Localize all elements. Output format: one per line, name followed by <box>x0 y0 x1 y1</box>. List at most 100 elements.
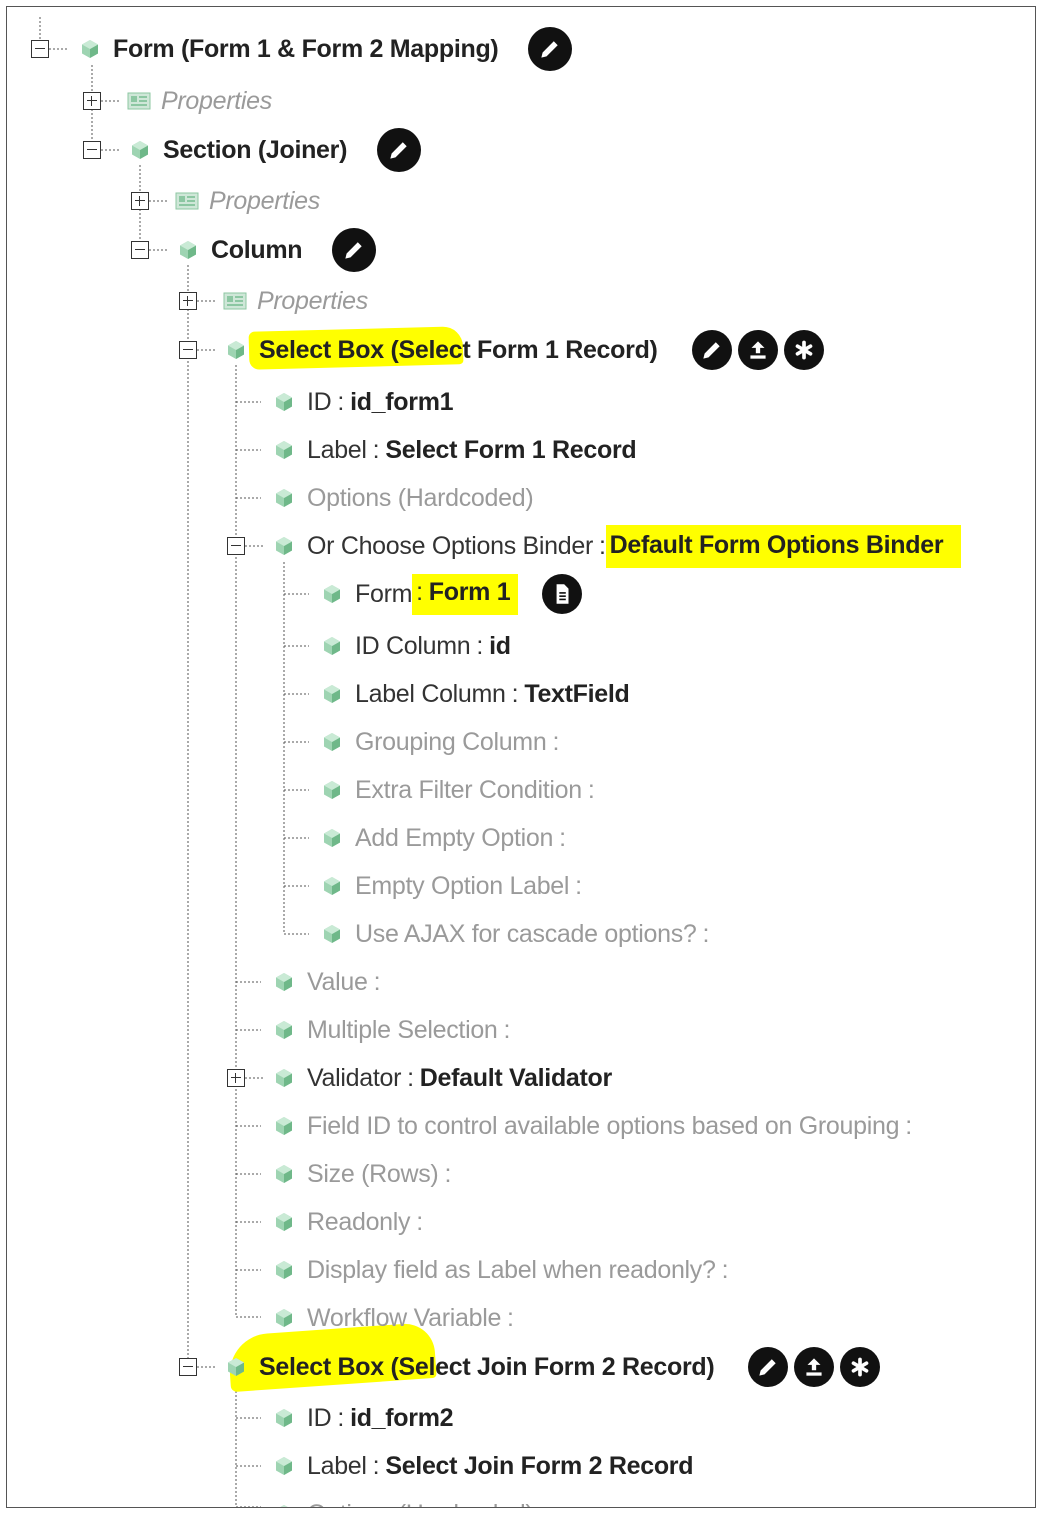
cube-icon <box>276 1261 292 1279</box>
tree-node-properties[interactable]: Properties <box>223 277 368 325</box>
cube-icon <box>180 241 196 259</box>
upload-icon <box>806 1358 822 1376</box>
cube-icon <box>276 393 292 411</box>
edit-button[interactable] <box>691 330 732 370</box>
tree-node-column[interactable]: Column <box>177 226 377 274</box>
cube-icon <box>324 877 340 895</box>
tree-node-select-box-1[interactable]: Select Box (Select Form 1 Record) <box>225 326 824 374</box>
tree-node-options-binder[interactable]: Or Choose Options Binder : Default Form … <box>273 522 962 570</box>
node-key: Field ID to control available options ba… <box>307 1111 900 1140</box>
cube-icon <box>276 1165 292 1183</box>
edit-button[interactable] <box>332 228 377 272</box>
tree-node-size-rows[interactable]: Size (Rows) : <box>273 1150 457 1198</box>
tree-node-options[interactable]: Options (Hardcoded) <box>273 474 534 522</box>
node-key: Value <box>307 967 368 996</box>
cube-icon <box>276 1457 292 1475</box>
tree-node-empty-option-label[interactable]: Empty Option Label : <box>321 862 588 910</box>
collapse-toggle[interactable] <box>179 1358 197 1376</box>
edit-button[interactable] <box>528 27 573 71</box>
node-label: Select Box (Select Join Form 2 Record) <box>259 1352 715 1381</box>
node-key: Form <box>355 579 413 608</box>
upload-button[interactable] <box>737 330 778 370</box>
upload-icon <box>749 341 766 359</box>
expand-toggle[interactable] <box>131 192 149 210</box>
expand-toggle[interactable] <box>83 92 101 110</box>
tree-node-label[interactable]: Label : Select Form 1 Record <box>273 426 637 474</box>
tree-node-multiple-selection[interactable]: Multiple Selection : <box>273 1006 516 1054</box>
tree-node-properties[interactable]: Properties <box>127 77 272 125</box>
node-label: Select Box (Select Form 1 Record) <box>259 335 658 364</box>
node-value: Select Join Form 2 Record <box>385 1451 694 1480</box>
document-icon <box>556 584 569 604</box>
cube-icon <box>276 1021 292 1039</box>
tree-node-label-column[interactable]: Label Column : TextField <box>321 670 630 718</box>
node-key: Workflow Variable <box>307 1303 502 1332</box>
tree-node-readonly[interactable]: Readonly : <box>273 1198 429 1246</box>
node-colon: : <box>476 631 484 660</box>
edit-button[interactable] <box>377 128 422 172</box>
node-colon: : <box>372 435 380 464</box>
tree-node-properties[interactable]: Properties <box>175 177 320 225</box>
cube-icon <box>276 441 292 459</box>
tree-node-display-as-label[interactable]: Display field as Label when readonly? : <box>273 1246 734 1294</box>
node-colon: : <box>552 727 560 756</box>
node-label: Options (Hardcoded) <box>307 1500 534 1508</box>
node-key: Label <box>307 435 367 464</box>
tree-node-binder-form[interactable]: Form : Form 1 <box>321 570 583 618</box>
expand-toggle[interactable] <box>227 1069 245 1087</box>
tree-node-field-id-grouping[interactable]: Field ID to control available options ba… <box>273 1102 918 1150</box>
cube-icon <box>276 973 292 991</box>
tree-node-workflow-variable[interactable]: Workflow Variable : <box>273 1294 520 1342</box>
tree-node-id-column[interactable]: ID Column : id <box>321 622 511 670</box>
tree-node-value[interactable]: Value : <box>273 958 386 1006</box>
asterisk-button[interactable] <box>840 1347 881 1387</box>
node-label: Column <box>211 235 303 264</box>
properties-card-icon <box>127 92 151 110</box>
node-key: Size (Rows) <box>307 1159 439 1188</box>
tree-node-extra-filter[interactable]: Extra Filter Condition : <box>321 766 600 814</box>
tree-node-grouping-column[interactable]: Grouping Column : <box>321 718 565 766</box>
asterisk-button[interactable] <box>783 330 824 370</box>
tree-node-section[interactable]: Section (Joiner) <box>129 126 422 174</box>
pencil-icon <box>345 242 362 259</box>
node-colon: : <box>599 531 606 560</box>
node-key: Validator <box>307 1063 402 1092</box>
node-key: Readonly <box>307 1207 411 1236</box>
node-value: Form 1 <box>428 577 511 606</box>
tree-node-id[interactable]: ID : id_form1 <box>273 378 454 426</box>
cube-icon <box>324 585 340 603</box>
cube-icon <box>276 1309 292 1327</box>
node-label: Properties <box>257 286 368 315</box>
edit-button[interactable] <box>748 1347 789 1387</box>
upload-button[interactable] <box>794 1347 835 1387</box>
tree-node-form[interactable]: Form (Form 1 & Form 2 Mapping) <box>79 25 573 73</box>
node-colon: : <box>416 577 423 606</box>
collapse-toggle[interactable] <box>83 141 101 159</box>
tree-node-select-box-2[interactable]: Select Box (Select Join Form 2 Record) <box>225 1343 881 1391</box>
node-label: Form (Form 1 & Form 2 Mapping) <box>113 34 499 63</box>
asterisk-icon <box>795 340 812 360</box>
node-label: Section (Joiner) <box>163 135 348 164</box>
node-key: ID <box>307 387 332 416</box>
tree-node-validator[interactable]: Validator : Default Validator <box>273 1054 612 1102</box>
node-key: Add Empty Option <box>355 823 554 852</box>
cube-icon <box>82 40 98 58</box>
tree-node-options[interactable]: Options (Hardcoded) <box>273 1490 534 1508</box>
collapse-toggle[interactable] <box>179 341 197 359</box>
tree-node-use-ajax[interactable]: Use AJAX for cascade options? : <box>321 910 715 958</box>
node-value: TextField <box>524 679 630 708</box>
tree-node-label[interactable]: Label : Select Join Form 2 Record <box>273 1442 694 1490</box>
properties-card-icon <box>223 292 247 310</box>
cube-icon <box>324 637 340 655</box>
expand-toggle[interactable] <box>179 292 197 310</box>
tree-node-add-empty-option[interactable]: Add Empty Option : <box>321 814 572 862</box>
collapse-toggle[interactable] <box>31 40 49 58</box>
node-colon: : <box>337 1403 345 1432</box>
tree-node-id[interactable]: ID : id_form2 <box>273 1394 454 1442</box>
collapse-toggle[interactable] <box>131 241 149 259</box>
open-form-button[interactable] <box>542 574 583 614</box>
cube-icon <box>228 341 244 359</box>
collapse-toggle[interactable] <box>227 537 245 555</box>
pencil-icon <box>541 41 559 58</box>
cube-icon <box>276 489 292 507</box>
